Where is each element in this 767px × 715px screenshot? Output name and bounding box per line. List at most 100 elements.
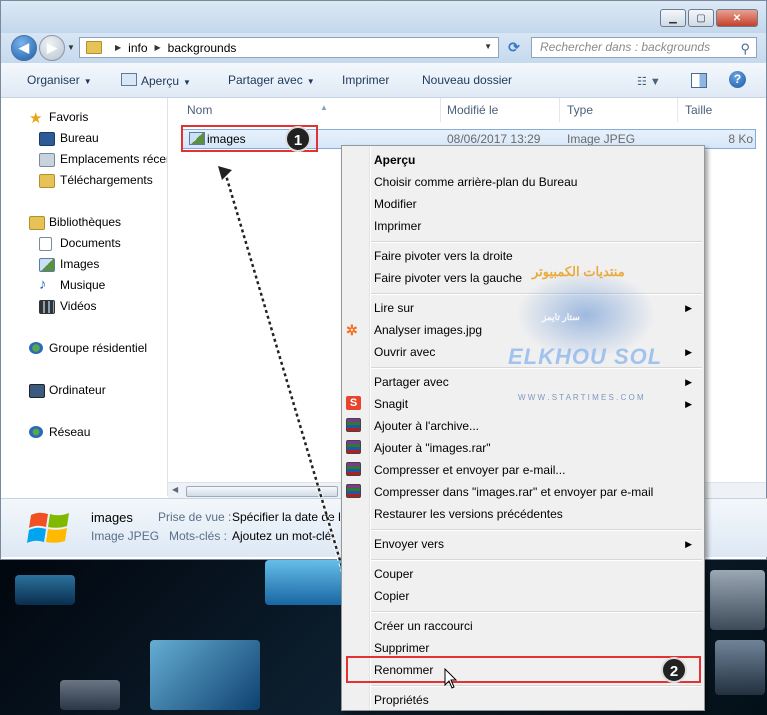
address-bar[interactable]: ▶ info ▶ backgrounds ▼ (79, 37, 499, 58)
close-button[interactable]: ✕ (716, 9, 758, 27)
menu-separator (371, 367, 702, 369)
desktop-glow-shape (15, 575, 75, 605)
preview-label: Aperçu (141, 74, 180, 88)
print-button[interactable]: Imprimer (342, 73, 389, 87)
sidebar-item-music[interactable]: Musique (60, 278, 105, 292)
menu-item-play-on[interactable]: Lire sur (374, 301, 414, 315)
windows-logo-icon (27, 512, 69, 543)
scrollbar-thumb[interactable] (186, 486, 338, 497)
sidebar-item-videos[interactable]: Vidéos (60, 299, 96, 313)
column-header-modified[interactable]: Modifié le (440, 98, 560, 122)
chevron-right-icon[interactable]: ▶ (155, 43, 161, 52)
menu-item-send-to[interactable]: Envoyer vers (374, 537, 444, 551)
sidebar-item-homegroup[interactable]: Groupe résidentiel (49, 341, 147, 355)
menu-item-properties[interactable]: Propriétés (374, 693, 429, 707)
address-row: ◀ ▶ ▼ ▶ info ▶ backgrounds ▼ ⟳ Recherche… (1, 33, 766, 63)
sidebar-item-downloads[interactable]: Téléchargements (60, 173, 153, 187)
organise-button[interactable]: Organiser ▼ (27, 73, 92, 87)
menu-item-snagit[interactable]: Snagit (374, 397, 408, 411)
submenu-arrow-icon: ▶ (685, 399, 692, 409)
sidebar-item-favorites[interactable]: Favoris (49, 110, 88, 124)
preview-pane-icon[interactable] (691, 73, 707, 88)
step-badge-2: 2 (661, 657, 687, 683)
help-icon[interactable]: ? (729, 71, 746, 88)
details-taken-label: Prise de vue : (158, 510, 232, 524)
minimize-button[interactable]: ▁ (660, 9, 686, 27)
forward-button[interactable]: ▶ (39, 35, 65, 61)
column-header-size[interactable]: Taille (678, 98, 766, 122)
navigation-pane: ★ Favoris Bureau Emplacements récen Télé… (1, 98, 168, 496)
sidebar-item-recent[interactable]: Emplacements récen (60, 152, 167, 166)
submenu-arrow-icon: ▶ (685, 377, 692, 387)
menu-item-print[interactable]: Imprimer (374, 219, 421, 233)
menu-separator (371, 685, 702, 687)
desktop-glow-shape (710, 570, 765, 630)
breadcrumb-backgrounds[interactable]: backgrounds (168, 41, 237, 55)
sidebar-item-desktop[interactable]: Bureau (60, 131, 99, 145)
chevron-down-icon[interactable]: ▼ (484, 42, 492, 51)
refresh-icon[interactable]: ⟳ (503, 37, 525, 58)
sidebar-item-pictures[interactable]: Images (60, 257, 99, 271)
chevron-down-icon: ▼ (83, 77, 92, 86)
mouse-cursor-icon (444, 668, 458, 689)
menu-item-cut[interactable]: Couper (374, 567, 413, 581)
context-menu: Aperçu Choisir comme arrière-plan du Bur… (341, 145, 705, 711)
avast-icon: ✲ (346, 322, 358, 338)
menu-item-add-archive[interactable]: Ajouter à l'archive... (374, 419, 479, 433)
sidebar-item-libraries[interactable]: Bibliothèques (49, 215, 121, 229)
menu-item-create-shortcut[interactable]: Créer un raccourci (374, 619, 473, 633)
menu-item-restore[interactable]: Restaurer les versions précédentes (374, 507, 563, 521)
details-tags-value[interactable]: Ajoutez un mot-clé (232, 529, 331, 543)
maximize-button[interactable]: ▢ (688, 9, 714, 27)
share-label: Partager avec (228, 73, 303, 87)
menu-item-rotate-right[interactable]: Faire pivoter vers la droite (374, 249, 513, 263)
search-input[interactable]: Rechercher dans : backgrounds ⚲ (531, 37, 757, 58)
sidebar-item-computer[interactable]: Ordinateur (49, 383, 106, 397)
winrar-icon (346, 484, 361, 498)
libraries-icon (29, 216, 45, 230)
menu-item-add-rar[interactable]: Ajouter à "images.rar" (374, 441, 491, 455)
menu-item-scan[interactable]: Analyser images.jpg (374, 323, 482, 337)
menu-item-open-with[interactable]: Ouvrir avec (374, 345, 435, 359)
documents-icon (39, 237, 52, 251)
view-options-icon[interactable]: ☷ ▼ (637, 75, 661, 88)
back-button[interactable]: ◀ (11, 35, 37, 61)
history-dropdown-icon[interactable]: ▼ (67, 43, 75, 52)
search-icon[interactable]: ⚲ (740, 39, 750, 58)
sort-ascending-icon: ▲ (320, 103, 328, 112)
submenu-arrow-icon: ▶ (685, 303, 692, 313)
chevron-right-icon[interactable]: ▶ (115, 43, 121, 52)
column-header-name[interactable]: Nom ▲ (180, 98, 441, 122)
menu-separator (371, 293, 702, 295)
sidebar-item-documents[interactable]: Documents (60, 236, 121, 250)
breadcrumb-info[interactable]: info (128, 41, 147, 55)
winrar-icon (346, 440, 361, 454)
menu-item-copy[interactable]: Copier (374, 589, 409, 603)
column-name-label: Nom (187, 103, 213, 117)
organise-label: Organiser (27, 73, 80, 87)
column-type-label: Type (567, 103, 594, 117)
share-button[interactable]: Partager avec ▼ (228, 73, 315, 87)
details-taken-value[interactable]: Spécifier la date de la (232, 510, 347, 524)
column-header-type[interactable]: Type (560, 98, 678, 122)
new-folder-button[interactable]: Nouveau dossier (422, 73, 512, 87)
star-icon: ★ (29, 110, 43, 127)
back-arrow-icon: ◀ (19, 40, 29, 55)
file-size: 8 Ko (728, 132, 753, 146)
menu-item-set-background[interactable]: Choisir comme arrière-plan du Bureau (374, 175, 577, 189)
step-badge-1: 1 (285, 126, 311, 152)
scroll-left-icon[interactable]: ◀ (172, 485, 178, 494)
menu-item-edit[interactable]: Modifier (374, 197, 417, 211)
command-bar: Organiser ▼ Aperçu ▼ Partager avec ▼ Imprim… (1, 63, 766, 98)
menu-item-compress-email[interactable]: Compresser et envoyer par e-mail... (374, 463, 565, 477)
sidebar-item-network[interactable]: Réseau (49, 425, 90, 439)
menu-item-rotate-left[interactable]: Faire pivoter vers la gauche (374, 271, 522, 285)
column-modified-label: Modifié le (447, 103, 499, 117)
title-bar: ▁ ▢ ✕ (1, 1, 766, 33)
menu-item-preview[interactable]: Aperçu (374, 153, 415, 167)
menu-item-delete[interactable]: Supprimer (374, 641, 429, 655)
menu-item-share-with[interactable]: Partager avec (374, 375, 449, 389)
music-icon: ♪ (39, 276, 47, 293)
menu-item-compress-rar-email[interactable]: Compresser dans "images.rar" et envoyer … (374, 485, 653, 499)
preview-button[interactable]: Aperçu ▼ (121, 73, 191, 88)
